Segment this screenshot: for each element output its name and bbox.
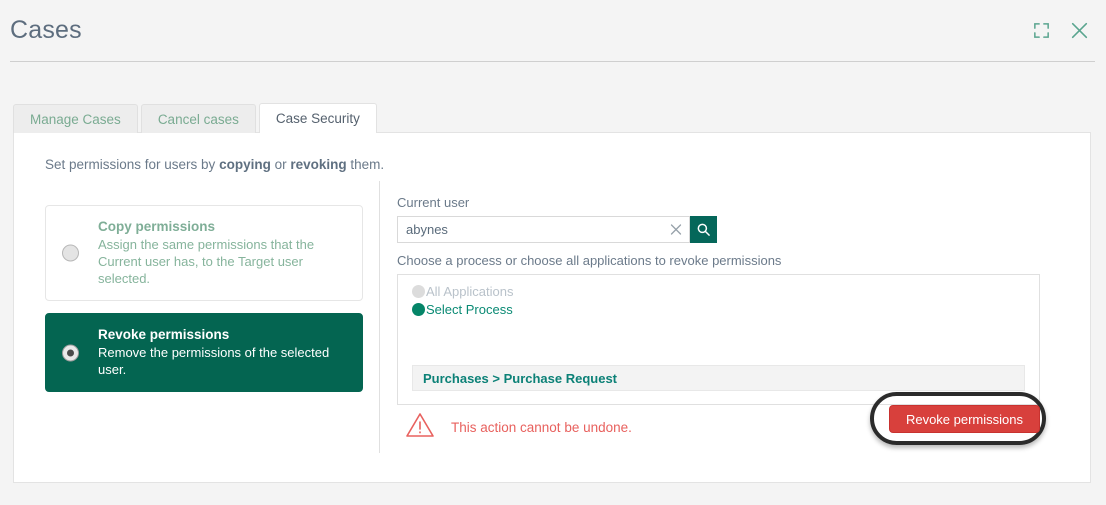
revoke-button-wrap: Revoke permissions bbox=[869, 392, 1046, 445]
selected-process-item[interactable]: Purchases > Purchase Request bbox=[412, 365, 1025, 391]
mode-description: Remove the permissions of the selected u… bbox=[98, 345, 330, 377]
intro-bold-revoking: revoking bbox=[290, 157, 347, 172]
tab-bar: Manage Cases Cancel cases Case Security bbox=[13, 103, 377, 133]
intro-text: Set permissions for users by copying or … bbox=[45, 157, 384, 172]
current-user-label: Current user bbox=[397, 195, 470, 210]
tab-cancel-cases[interactable]: Cancel cases bbox=[140, 104, 256, 133]
scope-option-select-process[interactable]: Select Process bbox=[412, 301, 513, 318]
permission-mode-list: Copy permissions Assign the same permiss… bbox=[45, 205, 363, 404]
process-hint: Choose a process or choose all applicati… bbox=[397, 253, 782, 268]
scope-option-all-applications[interactable]: All Applications bbox=[412, 283, 513, 300]
tab-label: Manage Cases bbox=[30, 111, 121, 127]
content-card: Set permissions for users by copying or … bbox=[13, 132, 1091, 483]
radio-select-process[interactable] bbox=[412, 303, 425, 316]
intro-before: Set permissions for users by bbox=[45, 157, 220, 172]
warning-text: This action cannot be undone. bbox=[451, 419, 632, 435]
header-divider bbox=[10, 61, 1095, 62]
warning-triangle-icon bbox=[405, 411, 435, 443]
mode-title: Revoke permissions bbox=[98, 327, 230, 342]
tab-label: Cancel cases bbox=[157, 111, 239, 127]
selected-process-label: Purchases > Purchase Request bbox=[423, 370, 618, 386]
clear-icon[interactable] bbox=[668, 222, 683, 237]
intro-middle: or bbox=[270, 157, 291, 172]
close-icon[interactable] bbox=[1068, 19, 1090, 41]
page-title: Cases bbox=[10, 16, 82, 44]
radio-copy-permissions[interactable] bbox=[62, 244, 79, 262]
mode-description: Assign the same permissions that the Cur… bbox=[98, 237, 315, 286]
scope-label: Select Process bbox=[426, 302, 513, 317]
intro-bold-copying: copying bbox=[219, 157, 271, 172]
header-actions bbox=[1030, 19, 1090, 41]
page-header: Cases bbox=[0, 0, 1106, 61]
scope-options: All Applications Select Process bbox=[412, 283, 513, 319]
search-input[interactable] bbox=[398, 217, 689, 242]
revoke-permissions-button[interactable]: Revoke permissions bbox=[888, 405, 1040, 433]
tab-manage-cases[interactable]: Manage Cases bbox=[13, 104, 138, 133]
mode-card-copy-permissions[interactable]: Copy permissions Assign the same permiss… bbox=[45, 205, 363, 301]
intro-after: them. bbox=[346, 157, 385, 172]
revoke-form: Current user Choose a process or choose … bbox=[397, 195, 1052, 405]
scope-label: All Applications bbox=[426, 284, 514, 299]
process-selection-box: All Applications Select Process Purchase… bbox=[397, 274, 1040, 405]
current-user-field[interactable] bbox=[397, 216, 690, 243]
column-divider bbox=[379, 181, 380, 453]
radio-revoke-permissions[interactable] bbox=[62, 344, 79, 361]
tab-case-security[interactable]: Case Security bbox=[258, 103, 377, 133]
mode-title: Copy permissions bbox=[98, 219, 216, 234]
radio-all-applications[interactable] bbox=[412, 285, 425, 298]
warning-message: This action cannot be undone. bbox=[405, 411, 632, 443]
mode-card-revoke-permissions[interactable]: Revoke permissions Remove the permission… bbox=[45, 313, 363, 392]
expand-icon[interactable] bbox=[1030, 19, 1052, 41]
tab-label: Case Security bbox=[275, 111, 360, 126]
current-user-search-row bbox=[397, 216, 717, 243]
search-button[interactable] bbox=[690, 216, 717, 243]
action-footer: This action cannot be undone. Revoke per… bbox=[397, 392, 1052, 455]
